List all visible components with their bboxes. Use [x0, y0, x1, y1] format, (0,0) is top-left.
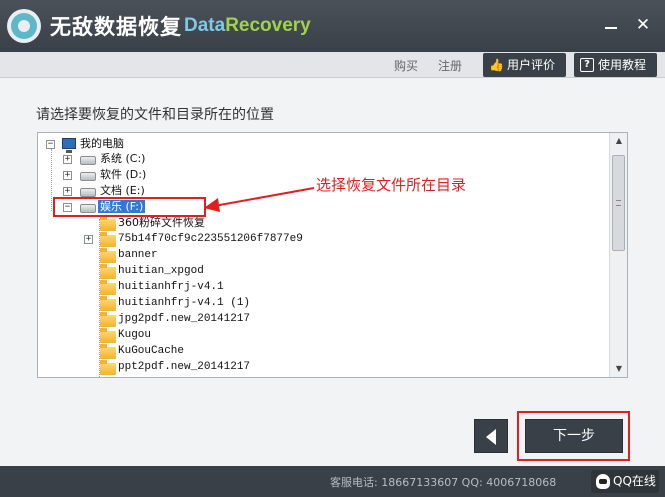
- title-bar: 无敌数据恢复 DataRecovery ✕: [0, 0, 665, 52]
- tree-item-folder[interactable]: huitianhfrj-v4.1 (1): [118, 295, 250, 311]
- tree-item-drive-d[interactable]: 软件 (D:): [100, 167, 146, 183]
- drive-icon: [80, 172, 96, 181]
- tree-item-my-computer[interactable]: 我的电脑: [80, 136, 124, 152]
- computer-icon: [62, 138, 76, 153]
- app-subtitle-data: Data: [184, 15, 226, 36]
- next-button[interactable]: 下一步: [525, 419, 623, 453]
- tutorial-button[interactable]: ? 使用教程: [574, 53, 657, 77]
- tree-item-folder[interactable]: Kugou: [118, 327, 151, 343]
- directory-tree[interactable]: − 我的电脑 + 系统 (C:) + 软件 (D:) + 文档 (E:) − 娱…: [37, 132, 628, 378]
- help-icon: ?: [580, 58, 594, 72]
- tutorial-label: 使用教程: [598, 58, 647, 72]
- drive-icon: [80, 188, 96, 197]
- contact-info: 客服电话: 18667133607 QQ: 4006718068: [330, 476, 557, 489]
- buy-link[interactable]: 购买: [394, 57, 418, 74]
- folder-icon: [100, 264, 116, 279]
- grip-icon: [616, 200, 621, 206]
- folder-icon: [100, 248, 116, 263]
- folder-icon: [100, 344, 116, 359]
- folder-icon: [100, 312, 116, 327]
- tree-item-drive-c[interactable]: 系统 (C:): [100, 151, 145, 167]
- tree-item-folder[interactable]: banner: [118, 247, 158, 263]
- tree-item-folder[interactable]: 75b14f70cf9c223551206f7877e9: [118, 231, 303, 247]
- tree-item-folder[interactable]: huitian_xpgod: [118, 263, 204, 279]
- folder-icon: [100, 296, 116, 311]
- expand-icon[interactable]: +: [84, 235, 93, 244]
- app-logo-icon: [7, 9, 41, 43]
- folder-icon: [100, 232, 116, 247]
- scroll-thumb[interactable]: [612, 155, 625, 251]
- qq-icon: [596, 474, 610, 489]
- tree-item-folder[interactable]: KuGouCache: [118, 343, 184, 359]
- thumbs-up-icon: 👍: [489, 58, 504, 72]
- collapse-icon[interactable]: −: [46, 140, 55, 149]
- tree-connector: [51, 149, 52, 211]
- annotation-text: 选择恢复文件所在目录: [316, 176, 467, 194]
- toolbar: 购买 注册 👍 用户评价 ? 使用教程: [0, 52, 665, 78]
- qq-online-button[interactable]: QQ在线: [591, 470, 659, 493]
- register-link[interactable]: 注册: [438, 57, 462, 74]
- qq-online-label: QQ在线: [613, 474, 656, 488]
- scroll-down-icon[interactable]: ▼: [610, 361, 628, 377]
- minimize-button[interactable]: [600, 14, 622, 36]
- user-review-button[interactable]: 👍 用户评价: [483, 53, 566, 77]
- location-prompt: 请选择要恢复的文件和目录所在的位置: [36, 107, 274, 123]
- footer-bar: 客服电话: 18667133607 QQ: 4006718068 QQ在线: [0, 466, 665, 497]
- scroll-up-icon[interactable]: ▲: [610, 133, 628, 149]
- tree-scrollbar[interactable]: ▲ ▼: [609, 133, 627, 377]
- annotation-highlight-box: [53, 197, 206, 217]
- close-button[interactable]: ✕: [632, 14, 654, 36]
- folder-icon: [100, 360, 116, 375]
- tree-item-folder[interactable]: ppt2pdf.new_20141217: [118, 359, 250, 375]
- tree-item-folder[interactable]: 360粉碎文件恢复: [118, 215, 205, 231]
- expand-icon[interactable]: +: [63, 187, 72, 196]
- expand-icon[interactable]: +: [63, 155, 72, 164]
- expand-icon[interactable]: +: [63, 171, 72, 180]
- folder-icon: [100, 216, 116, 231]
- tree-item-folder[interactable]: huitianhfrj-v4.1: [118, 279, 224, 295]
- user-review-label: 用户评价: [507, 58, 556, 72]
- folder-icon: [100, 280, 116, 295]
- app-title: 无敌数据恢复: [50, 15, 182, 39]
- app-subtitle-recovery: Recovery: [225, 15, 311, 36]
- back-button[interactable]: [474, 419, 508, 453]
- drive-icon: [80, 156, 96, 165]
- tree-item-folder[interactable]: jpg2pdf.new_20141217: [118, 311, 250, 327]
- annotation-arrow-icon: [204, 187, 315, 212]
- folder-icon: [100, 328, 116, 343]
- app-subtitle: DataRecovery: [184, 15, 311, 37]
